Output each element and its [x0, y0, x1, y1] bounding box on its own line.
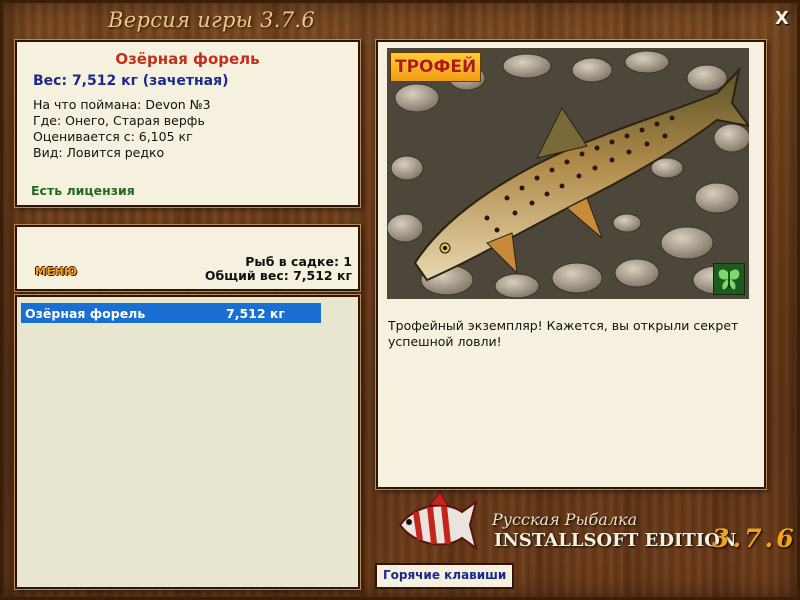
fish-logo-icon — [398, 491, 478, 551]
logo-title: Русская Рыбалка — [492, 510, 638, 529]
butterfly-icon[interactable] — [713, 263, 745, 295]
fish-photo: ТРОФЕЙ — [387, 48, 749, 299]
game-logo: Русская Рыбалка INSTALLSOFT EDITION 3.7.… — [388, 490, 794, 560]
fish-weight: Вес: 7,512 кг (зачетная) — [33, 73, 229, 89]
logo-edition: INSTALLSOFT EDITION — [494, 530, 737, 551]
bait-info: На что поймана: Devon №3 — [33, 97, 211, 112]
fish-photo-panel: ТРОФЕЙ Трофейный экземпляр! Кажется, вы … — [376, 40, 766, 489]
min-weight-info: Оценивается с: 6,105 кг — [33, 129, 193, 144]
total-weight: Общий вес: 7,512 кг — [204, 268, 352, 283]
location-info: Где: Онего, Старая верфь — [33, 113, 205, 128]
hotkeys-button[interactable]: Горячие клавиши — [375, 563, 515, 589]
trout-illustration — [387, 48, 749, 299]
license-status: Есть лицензия — [31, 183, 135, 198]
catch-summary-panel: МЕНЮ Рыб в садке: 1 Общий вес: 7,512 кг — [15, 225, 360, 291]
list-item-name: Озёрная форель — [25, 306, 146, 321]
catch-list[interactable]: Озёрная форель 7,512 кг — [15, 295, 360, 589]
menu-button[interactable]: МЕНЮ — [35, 265, 81, 281]
close-button[interactable]: X — [772, 9, 792, 29]
rarity-info: Вид: Ловится редко — [33, 145, 165, 160]
version-title: Версия игры 3.7.6 — [108, 8, 316, 32]
logo-version: 3.7.6 — [712, 524, 797, 553]
list-item-weight: 7,512 кг — [226, 306, 285, 321]
list-item[interactable]: Озёрная форель 7,512 кг — [21, 303, 321, 323]
trophy-description: Трофейный экземпляр! Кажется, вы открыли… — [388, 318, 739, 349]
fish-name: Озёрная форель — [115, 50, 260, 68]
fish-count: Рыб в садке: 1 — [245, 254, 352, 269]
trophy-badge: ТРОФЕЙ — [390, 52, 482, 82]
fish-info-panel: Озёрная форель Вес: 7,512 кг (зачетная) … — [15, 40, 360, 207]
